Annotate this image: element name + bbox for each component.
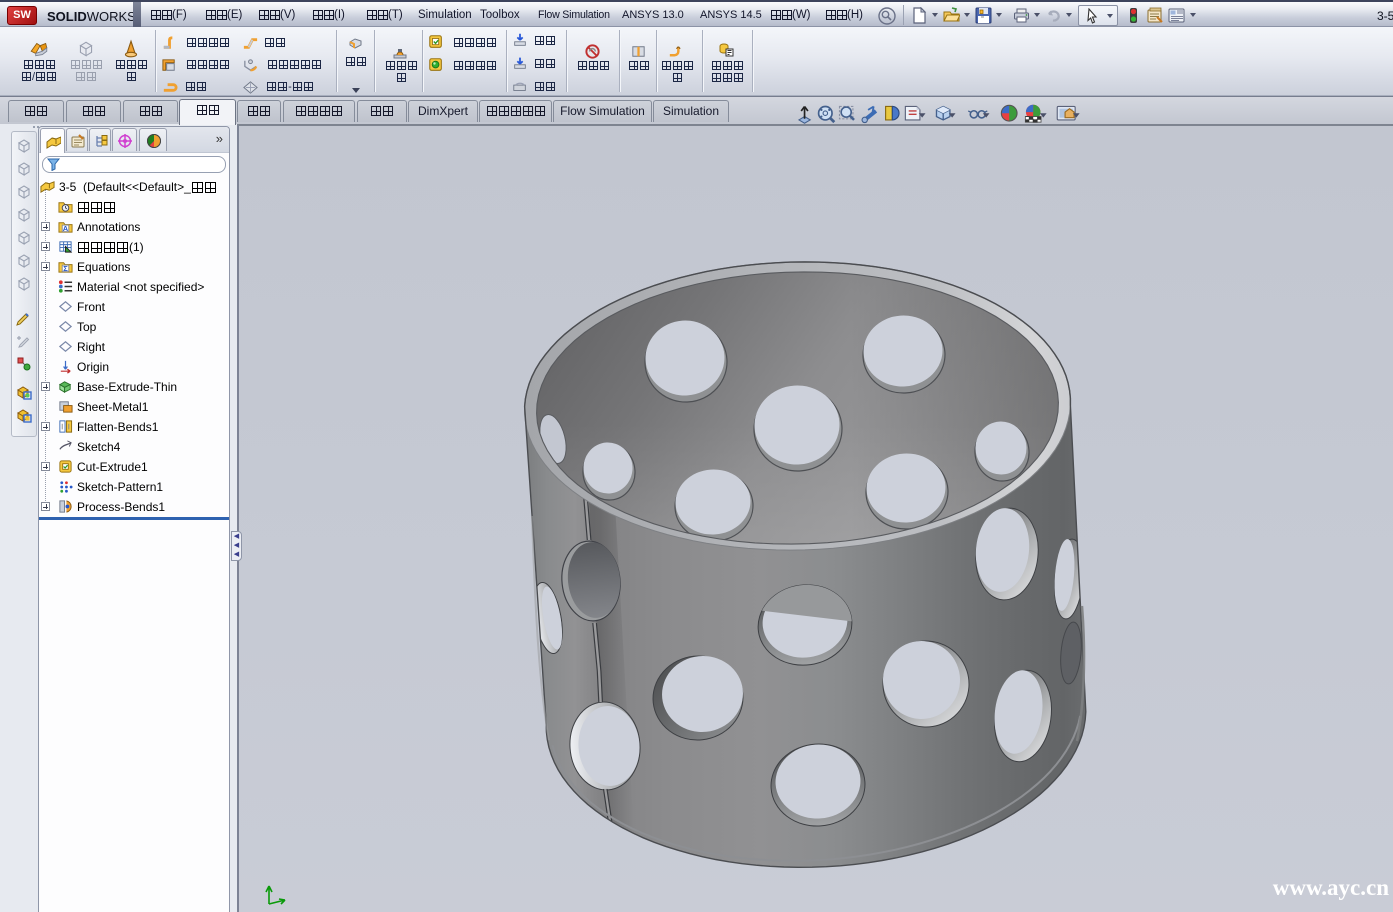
svg-text:A: A (63, 224, 69, 233)
svg-text:Σ: Σ (63, 264, 68, 273)
